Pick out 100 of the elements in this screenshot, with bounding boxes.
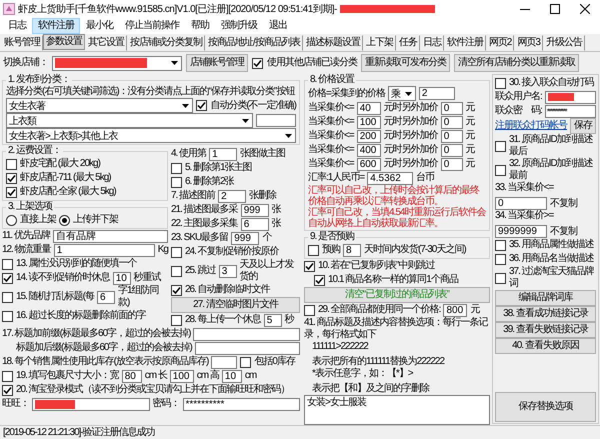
text-field[interactable]: 0 bbox=[440, 130, 463, 142]
action-button[interactable]: 27. 清空临时图片文件 bbox=[171, 297, 300, 313]
menu-item[interactable]: 日志 bbox=[2, 18, 32, 34]
menu-item[interactable]: 停止当前操作 bbox=[119, 18, 185, 34]
password-field[interactable]: ********** bbox=[182, 398, 300, 410]
checkbox[interactable] bbox=[171, 246, 182, 258]
checkbox[interactable] bbox=[6, 172, 17, 184]
text-field[interactable] bbox=[194, 342, 300, 354]
text-field[interactable]: 3 bbox=[218, 264, 237, 278]
checkbox[interactable] bbox=[171, 176, 182, 188]
radio-button[interactable] bbox=[6, 214, 17, 226]
text-field[interactable]: 0 bbox=[495, 197, 547, 210]
text-field[interactable]: 100 bbox=[170, 370, 194, 382]
checkbox[interactable] bbox=[6, 158, 17, 170]
radio-button[interactable] bbox=[59, 214, 70, 226]
checkbox[interactable] bbox=[2, 384, 13, 396]
captcha-user-field[interactable] bbox=[544, 90, 596, 104]
checkbox[interactable] bbox=[308, 244, 319, 256]
text-field[interactable]: 6 bbox=[97, 290, 116, 304]
save-replace-button[interactable]: 保存替换选项 bbox=[495, 392, 596, 422]
text-field[interactable]: 0 bbox=[440, 158, 463, 170]
checkbox[interactable] bbox=[171, 266, 182, 276]
text-field[interactable]: 2 bbox=[218, 190, 246, 202]
checkbox[interactable] bbox=[495, 140, 506, 152]
menu-item[interactable]: 退出 bbox=[263, 18, 293, 34]
checkbox[interactable] bbox=[2, 292, 13, 302]
text-field[interactable]: 0 bbox=[440, 144, 463, 156]
checkbox[interactable] bbox=[2, 370, 13, 382]
checkbox[interactable] bbox=[2, 310, 13, 322]
checkbox[interactable] bbox=[6, 186, 17, 198]
operator-dropdown[interactable]: 乘 bbox=[388, 86, 416, 101]
password-field[interactable]: ************ bbox=[544, 104, 596, 118]
checkbox[interactable] bbox=[2, 258, 13, 270]
checkbox[interactable] bbox=[171, 162, 182, 174]
checkbox[interactable] bbox=[171, 314, 182, 326]
checkbox[interactable] bbox=[171, 284, 182, 296]
checkbox[interactable] bbox=[252, 58, 263, 68]
close-icon[interactable] bbox=[580, 4, 590, 14]
register-link[interactable]: 注册联众打码帐号 bbox=[495, 120, 567, 132]
text-field[interactable]: 0 bbox=[440, 102, 463, 114]
text-field[interactable]: 8 bbox=[343, 244, 361, 256]
group-title: 8. 价格设置 bbox=[309, 74, 356, 86]
text-field[interactable]: 4.5362 bbox=[367, 172, 414, 184]
replace-rules-field[interactable]: 女装>女士服装 bbox=[304, 395, 490, 425]
text-field[interactable]: 5 bbox=[264, 314, 282, 326]
tab[interactable]: 按店铺或分类复制 bbox=[127, 35, 205, 51]
menu-item[interactable]: 强制升级 bbox=[215, 18, 263, 34]
action-button[interactable]: 40. 查看失败原因 bbox=[495, 338, 596, 354]
minimize-icon[interactable] bbox=[520, 8, 530, 10]
text-field[interactable]: 40 bbox=[356, 102, 381, 114]
text-field[interactable]: 200 bbox=[356, 130, 381, 142]
checkbox[interactable] bbox=[495, 254, 506, 264]
text-field[interactable]: 10 bbox=[112, 272, 131, 284]
text-field[interactable]: 80 bbox=[122, 370, 142, 382]
checkbox[interactable] bbox=[495, 240, 506, 250]
menu-item[interactable]: 软件注册 bbox=[32, 18, 80, 34]
maximize-icon[interactable] bbox=[550, 4, 560, 14]
text-field[interactable]: 10 bbox=[222, 370, 242, 382]
text-field[interactable]: 6 bbox=[240, 218, 269, 230]
text-field[interactable]: 自有品牌 bbox=[52, 230, 168, 242]
text-field[interactable]: 100 bbox=[356, 116, 381, 128]
text-field[interactable]: 1 bbox=[54, 244, 155, 256]
subcategory-dropdown[interactable]: 上衣類 bbox=[6, 113, 253, 128]
menu-item[interactable]: 帮助 bbox=[185, 18, 215, 34]
tab[interactable]: 参数设置 bbox=[43, 34, 85, 50]
text-field[interactable] bbox=[193, 328, 300, 340]
store-dropdown[interactable] bbox=[52, 56, 182, 70]
tab[interactable]: 其它设置 bbox=[85, 35, 127, 51]
save-button[interactable]: 保存 bbox=[570, 118, 596, 134]
checkbox[interactable] bbox=[240, 356, 252, 368]
menu-item[interactable]: 最小化 bbox=[80, 18, 119, 34]
text-field[interactable]: 0 bbox=[440, 116, 463, 128]
reload-categories-button[interactable]: 重新读取可发布分类 bbox=[361, 54, 450, 72]
text-field[interactable]: 2 bbox=[418, 87, 455, 100]
clear-categories-button[interactable]: 清空所有店铺分类以重新读取 bbox=[454, 54, 579, 72]
text-field[interactable]: 600 bbox=[356, 158, 381, 170]
checkbox[interactable] bbox=[495, 272, 506, 284]
checkbox[interactable] bbox=[495, 78, 506, 88]
text-field[interactable]: 800 bbox=[443, 304, 468, 316]
tab[interactable]: 按商品地址/按商品列表 bbox=[205, 35, 303, 51]
action-button[interactable]: 编辑品牌词库 bbox=[495, 290, 596, 306]
wangwang-field[interactable] bbox=[32, 398, 150, 410]
filter-field[interactable] bbox=[256, 114, 296, 127]
text-field[interactable]: 1 bbox=[209, 148, 238, 160]
checkbox[interactable] bbox=[304, 260, 315, 272]
category-path-dropdown[interactable]: 女生衣著>上衣類>其他上衣 bbox=[6, 128, 296, 143]
action-button[interactable]: 38. 查看成功链接记录 bbox=[495, 306, 596, 322]
text-field[interactable]: 999 bbox=[231, 232, 260, 244]
checkbox[interactable] bbox=[196, 100, 208, 111]
text-field[interactable]: 400 bbox=[356, 144, 381, 156]
text-field[interactable]: 999 bbox=[240, 204, 269, 216]
text-field[interactable] bbox=[211, 356, 238, 368]
checkbox[interactable] bbox=[314, 274, 325, 286]
text-field[interactable]: 9999999 bbox=[495, 225, 547, 238]
checkbox[interactable] bbox=[495, 164, 506, 176]
category-dropdown[interactable]: 女生衣著 bbox=[6, 98, 194, 113]
store-account-button[interactable]: 店铺账号管理 bbox=[186, 54, 248, 72]
action-button[interactable]: 39. 查看失败链接记录 bbox=[495, 322, 596, 338]
checkbox[interactable] bbox=[304, 304, 315, 316]
checkbox[interactable] bbox=[2, 272, 13, 284]
